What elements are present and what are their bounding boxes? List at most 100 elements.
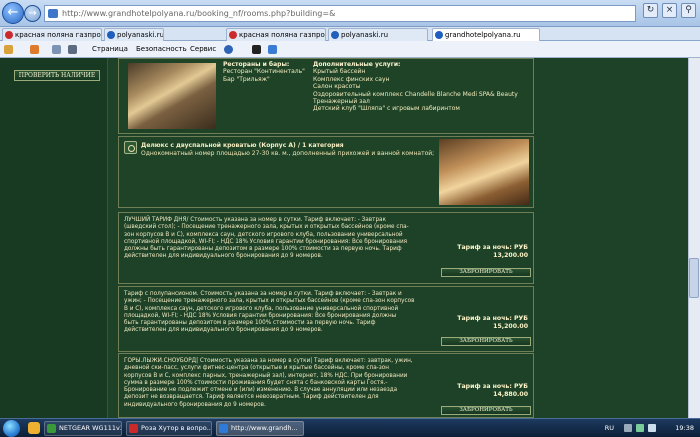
service-item: Комплекс финских саун (313, 75, 390, 83)
tariff-line: корпусов В и С, комплекс парных, тренаже… (124, 372, 408, 379)
yandex-icon (229, 31, 237, 39)
tariff-line: (шведский стол); - Посещение тренажерног… (124, 224, 409, 231)
lobby-photo (128, 63, 216, 129)
taskbar-button-roza[interactable]: Роза Хутор в вопро... (126, 421, 212, 436)
room-type-box: Делюкс с двуспальной кроватью (Корпус А)… (118, 136, 534, 208)
mail-icon[interactable] (52, 45, 61, 54)
folder-icon[interactable] (28, 422, 40, 434)
ie-icon (107, 31, 115, 39)
tab-label: красная поляна газпром — Я... (239, 31, 325, 39)
tab-yandex-2[interactable]: красная поляна газпром — Я... (226, 28, 326, 41)
taskbar-label: NETGEAR WG111v3 ... (59, 424, 122, 432)
feeds-icon[interactable] (30, 45, 39, 54)
tariff-description: Тариф с полупансионом. Стоимость указана… (124, 291, 437, 335)
price-label: Тариф за ночь: РУБ (457, 315, 528, 322)
security-menu[interactable]: Безопасность (136, 41, 187, 57)
network-icon (47, 424, 56, 433)
yandex-icon (5, 31, 13, 39)
network-tray-icon[interactable] (636, 424, 644, 432)
print-icon[interactable] (68, 45, 77, 54)
taskbar-label: Роза Хутор в вопро... (141, 424, 212, 432)
tab-polyanaski-1[interactable]: polyanaski.ru (104, 28, 164, 41)
language-indicator[interactable]: RU (605, 419, 614, 437)
scrollbar-thumb[interactable] (689, 258, 699, 298)
browser-icon (129, 424, 138, 433)
url-field[interactable]: http://www.grandhotelpolyana.ru/booking_… (44, 5, 636, 22)
tariff-line: индивидуального бронирования до 9 номеро… (124, 401, 266, 408)
service-item: Детский клуб "Шляпа" с игровым лабиринто… (313, 105, 460, 113)
taskbar-button-grandhotel[interactable]: http://www.grandh... (216, 421, 304, 436)
taskbar-button-netgear[interactable]: NETGEAR WG111v3 ... (44, 421, 122, 436)
search-icon[interactable]: ⚲ (681, 3, 696, 18)
tariff-line: действителен для индивидуального брониро… (124, 327, 323, 334)
room-photo (439, 139, 529, 205)
tariff-box: Тариф с полупансионом. Стоимость указана… (118, 286, 534, 352)
taskbar-label: http://www.grandh... (231, 424, 298, 432)
page-menu[interactable]: Страница (92, 41, 128, 57)
ie-icon (331, 31, 339, 39)
room-description: Однокомнатный номер площадью 27-30 кв. м… (141, 150, 435, 157)
restaurant-item: Ресторан "Континенталь" (223, 68, 305, 76)
help-icon[interactable] (224, 45, 233, 54)
clock[interactable]: 19:38 (675, 419, 694, 437)
price-value: 14,880.00 (493, 391, 528, 398)
service-item: Оздоровительный комплекс Chandelle Blanc… (313, 90, 518, 98)
tariff-line: ужин; - Посещение тренажерного зала, кры… (124, 298, 415, 305)
restaurant-item: Бар "Трильяж" (223, 75, 270, 83)
tariff-line: действителен для индивидуального брониро… (124, 253, 323, 260)
service-item: Крытый бассейн (313, 68, 366, 76)
sidebar: ПРОВЕРИТЬ НАЛИЧИЕ (0, 58, 108, 418)
tariff-line: спортивной площадкой, WI-FI; - НДС 18% У… (124, 238, 408, 245)
page-icon (48, 9, 58, 18)
command-bar: Страница Безопасность Сервис (0, 41, 700, 58)
start-button[interactable] (3, 420, 20, 437)
tab-grandhotel[interactable]: grandhotelpolyana.ru (432, 28, 540, 41)
tariff-description: ЛУЧШИЙ ТАРИФ ДНЯ/ Стоимость указана за н… (124, 217, 437, 261)
hotel-info-box: Рестораны и бары: Ресторан "Континенталь… (118, 58, 534, 134)
price-label: Тариф за ночь: РУБ (457, 244, 528, 251)
restaurants-title: Рестораны и бары: (223, 61, 290, 68)
refresh-icon[interactable]: ↻ (643, 3, 658, 18)
tray-icon[interactable] (624, 424, 632, 432)
ie-icon (435, 31, 443, 39)
service-menu[interactable]: Сервис (190, 41, 216, 57)
tab-label: polyanaski.ru (341, 31, 389, 39)
close-page-icon[interactable]: × (662, 3, 677, 18)
tariff-box: ГОРЫ.ЛЫЖИ.СНОУБОРД| Стоимость указана за… (118, 353, 534, 418)
bookmark-icon[interactable] (268, 45, 277, 54)
tariff-line: дневной ски-пасс, услуги фитнес-центра (… (124, 365, 389, 372)
tab-yandex-1[interactable]: красная поляна газпром — Я... (2, 28, 102, 41)
tariff-line: зон корпусов В и С), комплекса саун, дет… (124, 231, 403, 238)
service-item: Салон красоты (313, 83, 361, 91)
book-button[interactable]: ЗАБРОНИРОВАТЬ (441, 406, 531, 415)
back-button[interactable]: ← (2, 2, 24, 24)
content-area: Рестораны и бары: Ресторан "Континенталь… (118, 58, 534, 418)
book-button[interactable]: ЗАБРОНИРОВАТЬ (441, 268, 531, 277)
volume-icon[interactable] (648, 424, 656, 432)
price-value: 15,200.00 (493, 323, 528, 330)
tab-polyanaski-2[interactable]: polyanaski.ru (328, 28, 428, 41)
tariff-line: В и С), комплекса саун, детского игровог… (124, 305, 399, 312)
tab-label: polyanaski.ru (117, 31, 164, 39)
tariff-box: ЛУЧШИЙ ТАРИФ ДНЯ/ Стоимость указана за н… (118, 212, 534, 284)
screen: ← → http://www.grandhotelpolyana.ru/book… (0, 0, 700, 437)
url-text: http://www.grandhotelpolyana.ru/booking_… (62, 9, 336, 18)
window-controls: ↻ × ⚲ (643, 3, 700, 23)
book-button[interactable]: ЗАБРОНИРОВАТЬ (441, 337, 531, 346)
addon-icon[interactable] (252, 45, 261, 54)
scrollbar[interactable] (688, 58, 700, 418)
price-value: 13,200.00 (493, 252, 528, 259)
services-block: Дополнительные услуги: Крытый бассейн Ко… (313, 61, 518, 113)
forward-button[interactable]: → (24, 5, 41, 22)
tariff-line: депозит не возвращается. Тариф является … (124, 394, 379, 401)
tariff-line: сумма в размере 100% стоимости проживани… (124, 379, 388, 386)
service-item: Тренажерный зал (313, 98, 370, 106)
room-title: Делюкс с двуспальной кроватью (Корпус А)… (141, 142, 344, 149)
tariff-description: ГОРЫ.ЛЫЖИ.СНОУБОРД| Стоимость указана за… (124, 358, 437, 409)
services-title: Дополнительные услуги: (313, 61, 401, 68)
ie-icon (219, 424, 228, 433)
taskbar: NETGEAR WG111v3 ... Роза Хутор в вопро..… (0, 418, 700, 437)
restaurants-block: Рестораны и бары: Ресторан "Континенталь… (223, 61, 305, 83)
home-icon[interactable] (4, 45, 13, 54)
check-availability-button[interactable]: ПРОВЕРИТЬ НАЛИЧИЕ (14, 70, 100, 81)
